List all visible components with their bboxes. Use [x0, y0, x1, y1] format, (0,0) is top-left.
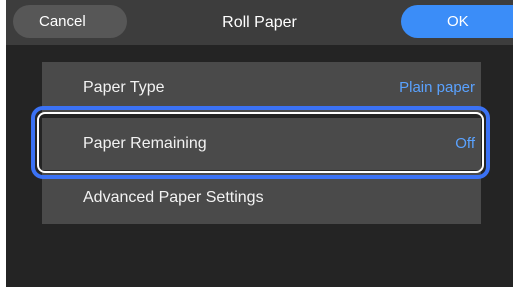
menu-item-advanced-paper-settings[interactable]: Advanced Paper Settings [42, 172, 481, 224]
menu-item-label: Advanced Paper Settings [83, 189, 264, 206]
menu-item-paper-remaining[interactable]: Paper Remaining Off [42, 118, 481, 170]
menu-item-paper-type[interactable]: Paper Type Plain paper [42, 62, 481, 114]
cancel-button[interactable]: Cancel [13, 5, 127, 38]
menu-item-label: Paper Type [83, 79, 165, 96]
ok-button[interactable]: OK [401, 5, 513, 38]
menu-item-value: Off [455, 135, 475, 152]
menu-item-label: Paper Remaining [83, 135, 207, 152]
header-bar: Roll Paper Cancel OK [6, 0, 513, 45]
printer-panel-screen: Roll Paper Cancel OK Paper Type Plain pa… [6, 0, 513, 287]
menu-item-value: Plain paper [399, 79, 475, 96]
